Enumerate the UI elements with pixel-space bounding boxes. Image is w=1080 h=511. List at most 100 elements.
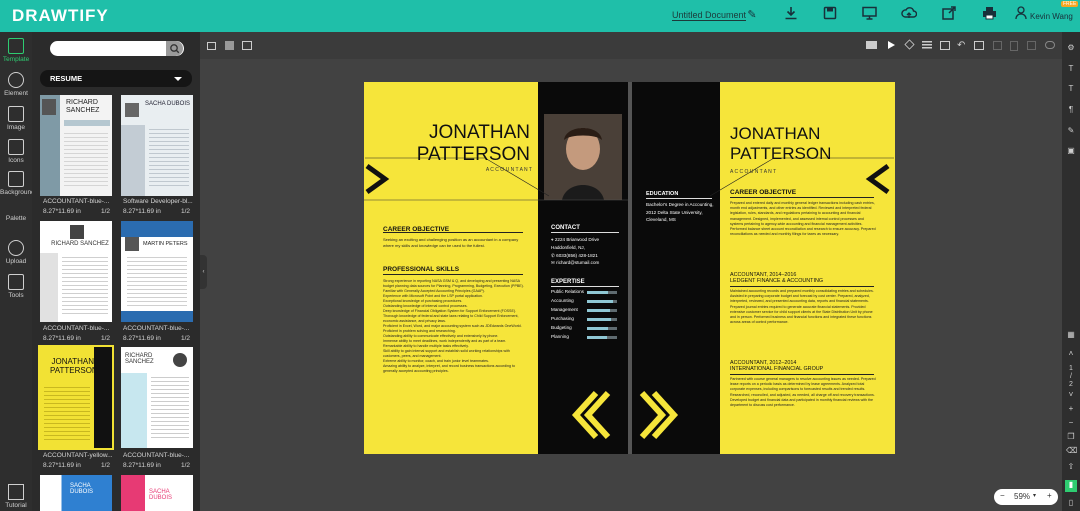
upload-icon	[8, 240, 24, 256]
template-thumb-6[interactable]: RICHARD SANCHEZ	[121, 347, 193, 448]
toolbox-icon	[8, 274, 24, 290]
rail-element[interactable]: Element	[0, 72, 32, 97]
category-dropdown[interactable]: RESUME	[40, 70, 192, 87]
rail-template[interactable]: Template	[0, 38, 32, 63]
template-thumb-5[interactable]: JONATHAN PATTERSON	[38, 345, 114, 450]
expertise-bar-track	[587, 300, 617, 303]
document-title[interactable]: Untitled Document	[672, 10, 747, 21]
thumb-photo	[125, 237, 139, 251]
save-icon[interactable]	[821, 6, 839, 24]
rail-background[interactable]: Background	[0, 171, 35, 196]
book-icon[interactable]: ▮	[1065, 480, 1077, 492]
template-name: Software Developer-bl...	[123, 198, 193, 205]
fit-screen-icon[interactable]	[207, 42, 216, 50]
skill-item: Strong experience in reporting NASA GSM …	[383, 279, 524, 288]
rail-image[interactable]: Image	[0, 106, 32, 131]
template-thumb-1[interactable]: RICHARD SANCHEZ	[40, 95, 112, 196]
search-input[interactable]	[50, 41, 184, 56]
rail-icons[interactable]: Icons	[0, 139, 32, 164]
page-total: 2	[1069, 381, 1073, 388]
pages-grid-icon[interactable]: ▦	[1066, 330, 1076, 340]
resume-name: JONATHAN PATTERSON	[416, 122, 530, 165]
search-button[interactable]	[166, 41, 183, 56]
rail-tools[interactable]: Tools	[0, 274, 32, 299]
template-pages: 1/2	[101, 335, 111, 342]
resume-role: A C C O U N T A N T	[485, 167, 532, 173]
cloud-upload-icon[interactable]	[900, 6, 918, 24]
image-edit-icon[interactable]: ▣	[1066, 146, 1076, 156]
brush-icon[interactable]: ✎	[1066, 126, 1076, 136]
trash-icon[interactable]: ⌫	[1066, 446, 1077, 456]
contact-email: ✉ richard@stumail.com	[551, 260, 600, 266]
thumb-photo	[125, 103, 139, 117]
expertise-bar-track	[587, 309, 617, 312]
page-up-icon[interactable]: ⇧	[1066, 462, 1076, 472]
template-name: ACCOUNTANT-blue-...	[123, 452, 190, 459]
expertise-bar-fill	[587, 309, 610, 312]
print-icon[interactable]	[980, 6, 998, 24]
objective-heading-right: CAREER OBJECTIVE	[730, 189, 797, 196]
template-thumb-4[interactable]: MARTIN PETERS	[121, 221, 193, 322]
thumb-photo	[42, 99, 56, 115]
rail-palette[interactable]: Palette	[0, 213, 32, 222]
link-icon[interactable]	[1045, 41, 1055, 49]
align-icon[interactable]	[922, 41, 932, 50]
template-thumb-3[interactable]: RICHARD SANCHEZ	[40, 221, 112, 322]
chevron-up-icon[interactable]: ˄	[1066, 349, 1076, 359]
rail-tutorial[interactable]: Tutorial	[0, 484, 32, 509]
play-icon[interactable]	[888, 41, 895, 49]
chevron-down-icon[interactable]: ˅	[1066, 390, 1076, 400]
expertise-label: Budgeting	[551, 325, 572, 330]
template-pages: 1/2	[101, 208, 111, 215]
template-thumb-8[interactable]: SACHA DUBOIS	[121, 475, 193, 511]
template-size: 8.27*11.69 in	[43, 208, 81, 215]
template-pages: 1/2	[181, 335, 191, 342]
layers-icon[interactable]	[904, 39, 915, 50]
user-icon[interactable]	[1012, 6, 1030, 24]
rail-upload[interactable]: Upload	[0, 240, 32, 265]
text-icon[interactable]: T	[1066, 64, 1076, 74]
copy-page-icon[interactable]: ❐	[1066, 432, 1076, 442]
duplicate-icon[interactable]	[974, 41, 984, 50]
lock-icon[interactable]	[1010, 41, 1018, 51]
user-name[interactable]: Kevin Wang	[1030, 12, 1073, 21]
remove-page-icon[interactable]: −	[1066, 418, 1076, 428]
expertise-heading: EXPERTISE	[551, 279, 585, 285]
format-icon[interactable]: ¶	[1066, 105, 1076, 115]
expertise-item: Budgeting	[551, 325, 621, 334]
download-icon[interactable]	[782, 6, 800, 24]
template-name: ACCOUNTANT-yellow...	[43, 452, 113, 459]
background-icon	[8, 171, 24, 187]
text-style-icon[interactable]: T	[1066, 84, 1076, 94]
resume-canvas[interactable]: JONATHAN PATTERSON A C C O U N T A N T C…	[364, 82, 895, 454]
present-icon[interactable]	[860, 6, 878, 24]
expertise-bar-fill	[587, 327, 608, 330]
app-logo[interactable]: DRAWTIFY	[12, 6, 109, 26]
grid-icon[interactable]	[225, 41, 234, 50]
collapse-panel-button[interactable]: ‹	[200, 255, 207, 289]
template-thumb-7[interactable]: SACHA DUBOIS	[40, 475, 112, 511]
share-icon[interactable]	[940, 6, 958, 24]
top-toolbar: DRAWTIFY Untitled Document ✎ FREE Kevin …	[0, 0, 1080, 32]
copy-icon[interactable]	[993, 41, 1002, 50]
camera-icon[interactable]	[866, 41, 877, 49]
resume-role-right: A C C O U N T A N T	[730, 169, 777, 175]
add-page-icon[interactable]: +	[1066, 404, 1076, 414]
expertise-bar-track	[587, 291, 617, 294]
expertise-bar-track	[587, 336, 617, 339]
zoom-in-button[interactable]: +	[1047, 491, 1052, 500]
crop-icon[interactable]	[940, 41, 950, 50]
pencil-icon[interactable]: ✎	[743, 6, 761, 24]
exit-icon[interactable]	[242, 41, 252, 50]
delete-icon[interactable]	[1027, 41, 1036, 50]
left-rail: Template Element Image Icons Background …	[0, 32, 35, 511]
zoom-caret-icon[interactable]: ▾	[1033, 492, 1036, 499]
zoom-out-button[interactable]: −	[1000, 491, 1005, 500]
notes-icon[interactable]: ▯	[1066, 498, 1076, 508]
thumb-photo	[70, 225, 84, 239]
undo-icon[interactable]: ↶	[957, 40, 965, 51]
zoom-level[interactable]: 59%	[1014, 492, 1030, 501]
settings-icon[interactable]: ⚙	[1066, 43, 1076, 53]
element-icon	[8, 72, 24, 88]
template-thumb-2[interactable]: SACHA DUBOIS	[121, 95, 193, 196]
